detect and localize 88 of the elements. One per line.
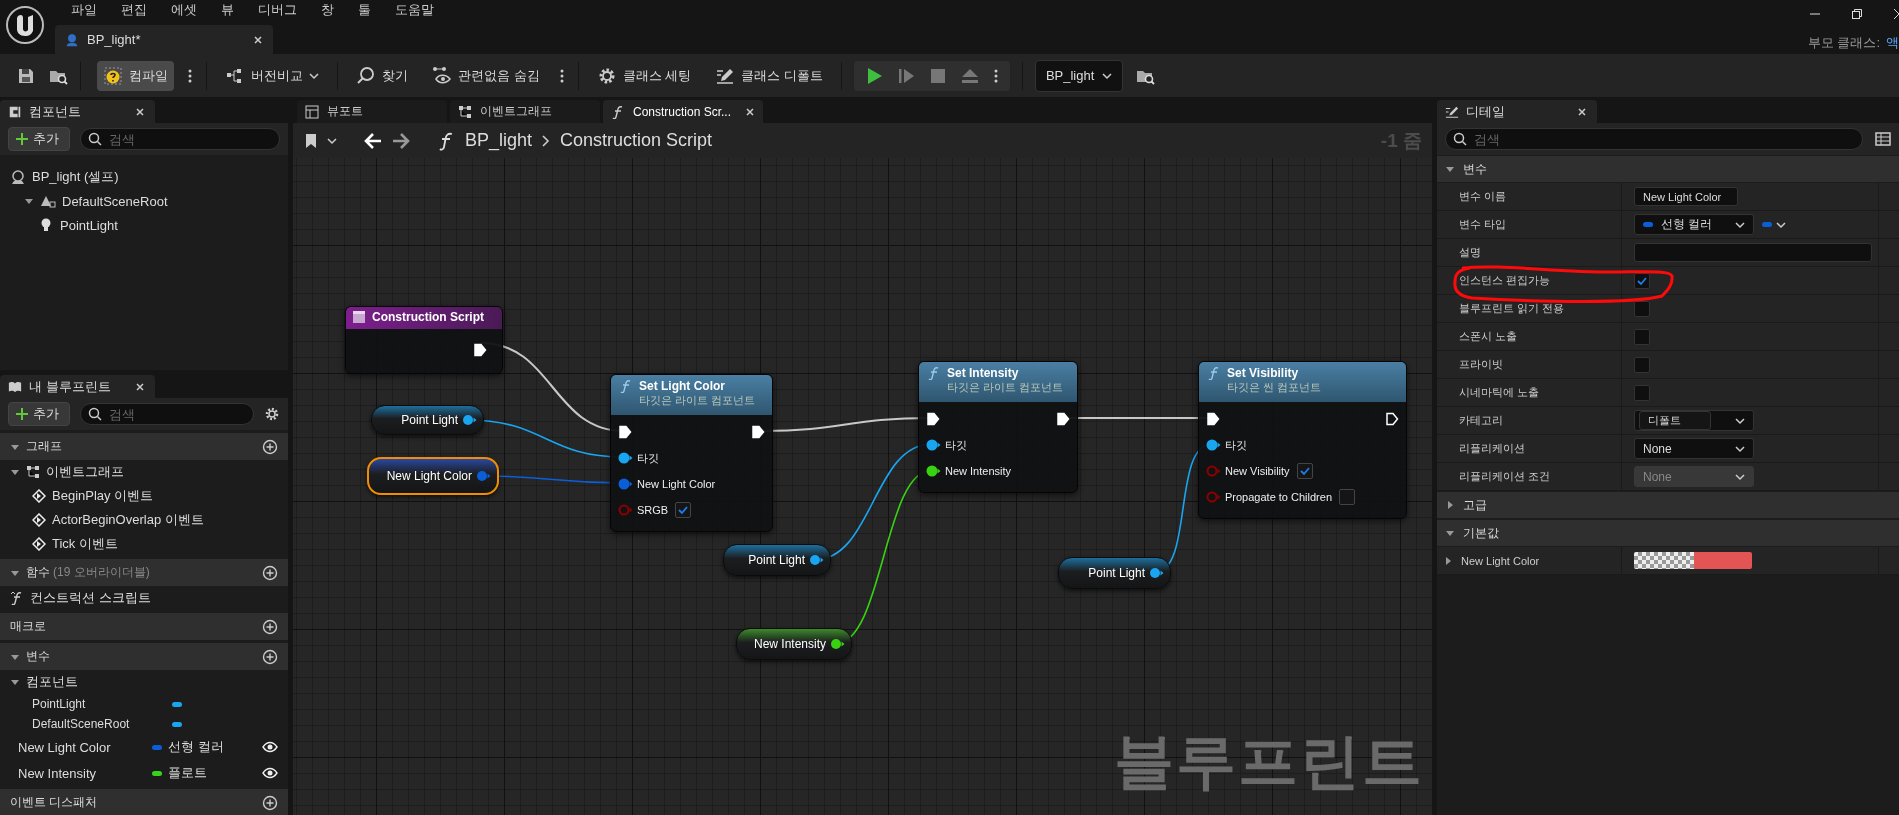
list-item[interactable]: New Intensity <box>18 765 146 781</box>
property-label: 변수 타입 <box>1459 217 1507 232</box>
panel-tab[interactable]: 컴포넌트 <box>0 100 155 123</box>
search-field[interactable]: 검색 <box>80 128 280 150</box>
parent-class-label: 부모 클래스: <box>1807 34 1880 52</box>
toolbar-button[interactable]: 버전비교 <box>219 60 325 91</box>
pin-label: New Visibility <box>1225 465 1290 477</box>
property-label: 리플리케이션 조건 <box>1459 469 1551 484</box>
list-item[interactable]: New Light Color <box>18 739 146 755</box>
function-node[interactable]: Set Intensity 타깃은 라이트 컴포넌트 타깃 New Intensity <box>918 361 1078 493</box>
menu-item[interactable]: 편집 <box>109 1 159 19</box>
section-header[interactable]: 변수 <box>0 643 288 670</box>
menu-item[interactable]: 뷰 <box>209 1 246 19</box>
property-label: 시네마틱에 노출 <box>1459 385 1540 400</box>
section-header[interactable]: 기본값 <box>1437 520 1899 547</box>
variable-node[interactable]: Point Light <box>371 405 484 435</box>
list-item[interactable]: ActorBeginOverlap 이벤트 <box>52 511 204 529</box>
type-label: 플로트 <box>168 764 207 782</box>
pin-label: New Intensity <box>945 465 1012 477</box>
function-node[interactable]: Set Light Color 타깃은 라이트 컴포넌트 타깃 New Light Color SRGB <box>610 374 773 532</box>
property-label: 인스턴스 편집가능 <box>1459 273 1551 288</box>
pin-label: New Light Color <box>637 478 716 490</box>
toolbar-button[interactable]: 클래스 세팅 <box>590 60 698 91</box>
section-header[interactable]: 그래프 <box>0 433 288 460</box>
dropdown[interactable]: None <box>1634 438 1754 459</box>
pin-label: Propagate to Children <box>1225 491 1332 503</box>
property-label: 스폰시 노출 <box>1459 329 1518 344</box>
type-label: 선형 컬러 <box>168 738 224 756</box>
property-label: 프라이빗 <box>1459 357 1503 372</box>
panel-tab[interactable]: 디테일 <box>1437 100 1597 123</box>
list-item[interactable]: BeginPlay 이벤트 <box>52 487 154 505</box>
property-label: 변수 이름 <box>1459 189 1507 204</box>
graph-type-label: 블루프린트 <box>1114 727 1424 797</box>
tree-item[interactable]: BP_light (셀프) <box>32 168 119 186</box>
menu-item[interactable]: 창 <box>309 1 346 19</box>
toolbar-button[interactable]: 클래스 디폴트 <box>709 60 829 91</box>
section-header[interactable]: 이벤트 디스패처 <box>0 789 288 815</box>
section-header[interactable]: 함수 (19 오버라이더블) <box>0 559 288 586</box>
breadcrumb-item[interactable]: Construction Script <box>560 130 713 151</box>
add-button[interactable]: 추가 <box>8 402 70 426</box>
panel-tab[interactable]: 내 블루프린트 <box>0 375 155 398</box>
property-label: 설명 <box>1459 245 1481 260</box>
property-label: 블루프린트 읽기 전용 <box>1459 301 1565 316</box>
document-tab[interactable]: BP_light* <box>55 25 273 54</box>
tree-item[interactable]: PointLight <box>60 217 118 233</box>
debug-object-dropdown[interactable]: BP_light <box>1034 59 1124 92</box>
add-button[interactable]: 추가 <box>8 127 70 151</box>
property-label: 리플리케이션 <box>1459 441 1525 456</box>
list-item[interactable]: DefaultSceneRoot <box>32 717 166 731</box>
compile-button[interactable]: 컴파일 <box>97 60 174 91</box>
menu-item[interactable]: 도움말 <box>383 1 446 19</box>
section-header[interactable]: 변수 <box>1437 156 1899 183</box>
list-item[interactable]: Tick 이벤트 <box>52 535 118 553</box>
menu-item[interactable]: 에셋 <box>159 1 209 19</box>
function-node[interactable]: Set Visibility 타깃은 씬 컴포넌트 타깃 New Visibility Propagate to Children <box>1198 361 1407 519</box>
graph-tab[interactable]: Construction Scr... <box>603 100 763 123</box>
pin-label: SRGB <box>637 504 669 516</box>
variable-node[interactable]: New Intensity <box>736 628 852 660</box>
menu-item[interactable]: 파일 <box>59 1 109 19</box>
pin-label: 타깃 <box>637 450 659 466</box>
toolbar-button[interactable]: 관련없음 숨김 <box>426 60 546 91</box>
type-dropdown[interactable]: 선형 컬러 <box>1634 214 1754 235</box>
tree-item[interactable]: DefaultSceneRoot <box>62 193 168 209</box>
graph-tab[interactable]: 뷰포트 <box>297 100 447 123</box>
search-field[interactable]: 검색 <box>1445 128 1863 150</box>
list-item[interactable]: 이벤트그래프 <box>46 463 124 481</box>
name-field[interactable]: New Light Color <box>1634 187 1738 206</box>
pin-label: 타깃 <box>945 437 967 453</box>
property-label: 카테고리 <box>1459 413 1503 428</box>
variable-node[interactable]: New Light Color <box>367 457 499 495</box>
section-header[interactable]: 매크로 <box>0 613 288 640</box>
category-label: 컴포넌트 <box>26 673 78 691</box>
menu-item[interactable]: 디버그 <box>246 1 309 19</box>
section-header[interactable]: 고급 <box>1437 492 1899 519</box>
property-label: New Light Color <box>1461 554 1540 567</box>
search-field[interactable]: 검색 <box>80 403 254 425</box>
category-combo[interactable]: 디폴트 <box>1634 410 1754 431</box>
graph-tab[interactable]: 이벤트그래프 <box>450 100 600 123</box>
menu-item[interactable]: 툴 <box>346 1 383 19</box>
breadcrumb-item[interactable]: BP_light <box>465 130 533 151</box>
event-node[interactable]: Construction Script <box>345 306 503 374</box>
toolbar-button[interactable]: 찾기 <box>350 60 414 91</box>
variable-node[interactable]: Point Light <box>1058 557 1171 589</box>
parent-class-link[interactable]: 액 <box>1886 34 1899 52</box>
list-item[interactable]: PointLight <box>32 697 166 711</box>
list-item[interactable]: 컨스트럭션 스크립트 <box>30 589 151 607</box>
variable-node[interactable]: Point Light <box>723 544 831 576</box>
pin-label: 타깃 <box>1225 437 1247 453</box>
